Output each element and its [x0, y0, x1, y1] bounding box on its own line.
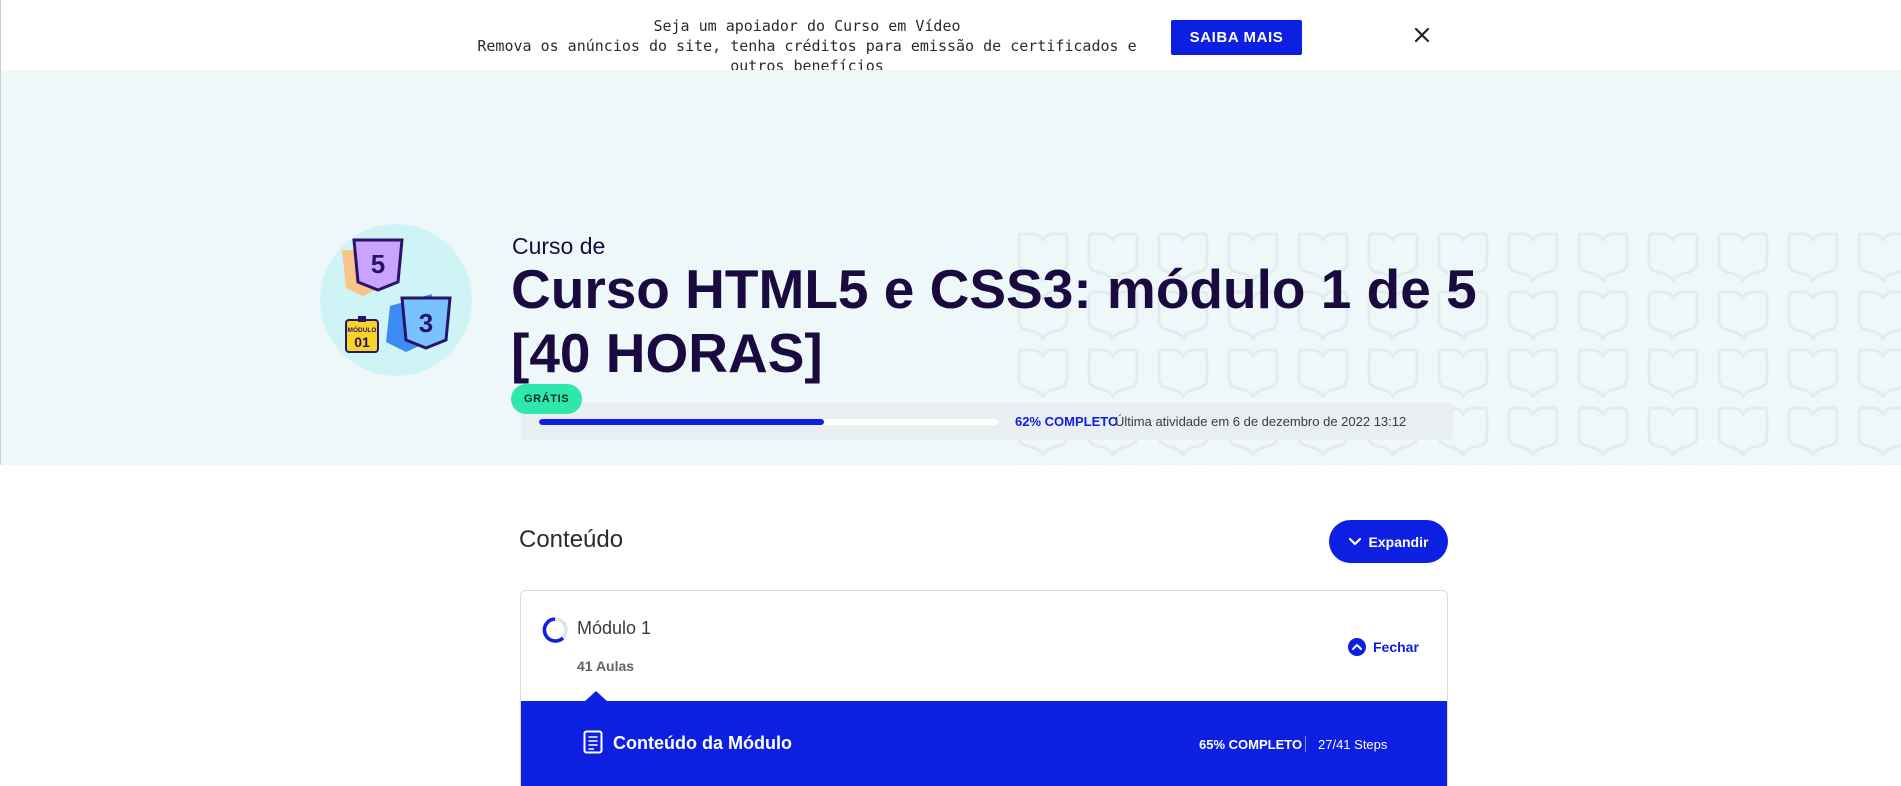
expand-label: Expandir	[1368, 533, 1429, 550]
module-steps-count: 27/41 Steps	[1318, 737, 1388, 752]
last-activity: Última atividade em 6 de dezembro de 202…	[1115, 414, 1407, 429]
html-css-badge-icon: 5 3 MÓDULO 01	[342, 238, 452, 353]
document-icon	[583, 730, 603, 754]
bar-divider	[1305, 736, 1306, 752]
saiba-mais-button[interactable]: SAIBA MAIS	[1171, 20, 1302, 55]
module-progress-label: 65% COMPLETO	[1199, 737, 1303, 752]
progress-label: 62% COMPLETO	[1015, 414, 1119, 429]
svg-text:3: 3	[419, 308, 433, 338]
banner-line-1: Seja um apoiador do Curso em Vídeo	[653, 17, 961, 35]
svg-text:5: 5	[371, 249, 385, 279]
close-icon[interactable]	[1409, 22, 1435, 48]
course-hero: 5 3 MÓDULO 01 Curso de Curso HTML5 e CSS…	[0, 70, 1901, 465]
banner-text: Seja um apoiador do Curso em Vídeo Remov…	[461, 16, 1153, 76]
course-progress: 62% COMPLETO Última atividade em 6 de de…	[521, 403, 1453, 440]
progress-ring-icon	[542, 617, 568, 643]
collapse-module-button[interactable]: Fechar	[1348, 638, 1419, 656]
badge-module-number: 01	[354, 334, 370, 350]
chevron-down-icon	[1348, 537, 1361, 545]
progress-track	[539, 419, 998, 425]
course-badge: 5 3 MÓDULO 01	[320, 224, 472, 376]
collapse-label: Fechar	[1373, 639, 1419, 655]
free-badge: GRÁTIS	[511, 384, 583, 414]
module-lesson-count: 41 Aulas	[577, 658, 635, 674]
course-prefix: Curso de	[512, 233, 606, 259]
supporter-banner: Seja um apoiador do Curso em Vídeo Remov…	[0, 0, 1901, 75]
content-heading: Conteúdo	[519, 526, 624, 553]
progress-fill	[539, 419, 824, 425]
expand-button[interactable]: Expandir	[1329, 520, 1448, 563]
module-content-title: Conteúdo da Módulo	[613, 733, 792, 753]
course-title: Curso HTML5 e CSS3: módulo 1 de 5 [40 HO…	[511, 258, 1477, 384]
chevron-up-circle-icon	[1348, 638, 1366, 656]
badge-module-label: MÓDULO	[348, 325, 377, 334]
module-card: Módulo 1 41 Aulas Fechar Conteúdo da Mód…	[520, 590, 1448, 786]
module-title[interactable]: Módulo 1	[577, 618, 651, 639]
